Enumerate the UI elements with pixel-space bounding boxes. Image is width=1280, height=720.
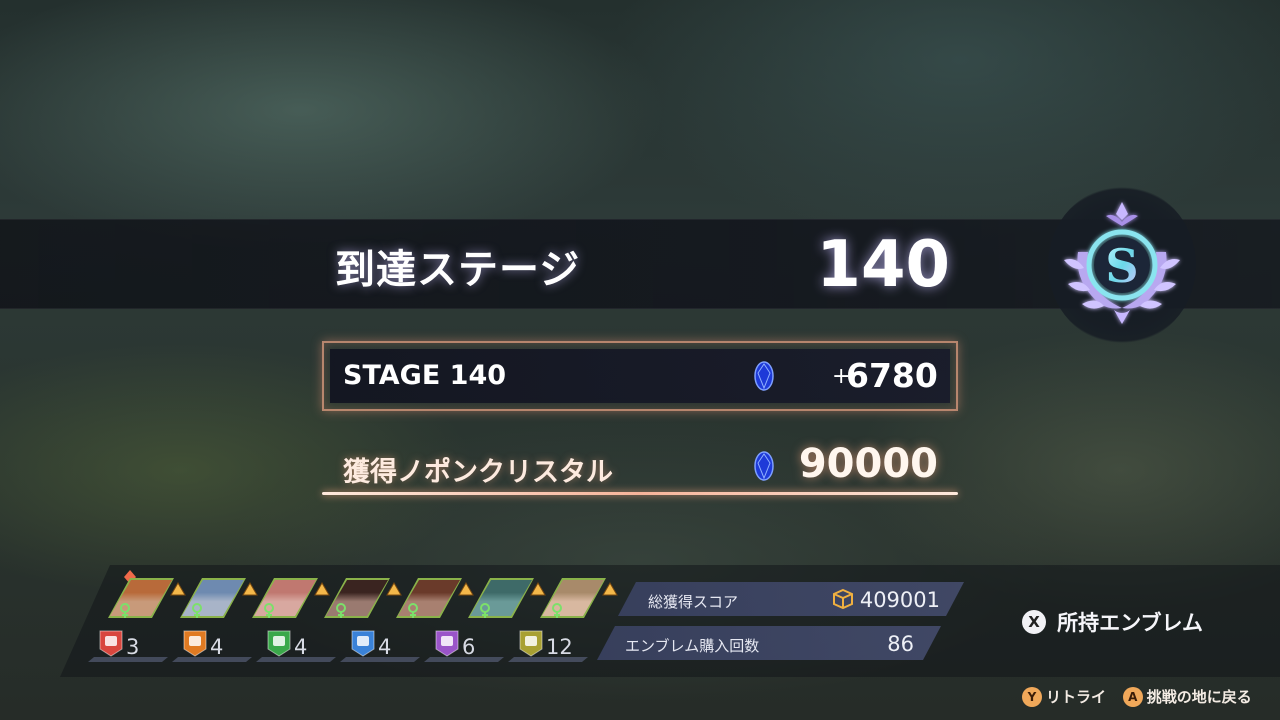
nopon-crystal-icon bbox=[754, 361, 774, 391]
nopon-crystal-icon bbox=[754, 451, 774, 481]
y-button-icon: Y bbox=[1022, 686, 1042, 707]
return-button[interactable]: A 挑戦の地に戻る bbox=[1122, 686, 1252, 707]
rank-emblem: S bbox=[1048, 186, 1196, 344]
emblem-count: 6 bbox=[462, 635, 476, 659]
female-symbol-icon bbox=[336, 603, 346, 618]
footer-button-hints: Y リトライ A 挑戦の地に戻る bbox=[1022, 686, 1252, 707]
class-role-icon bbox=[170, 582, 186, 596]
emblem-underline bbox=[256, 657, 336, 662]
class-role-icon bbox=[314, 582, 330, 596]
class-role-icon bbox=[458, 582, 474, 596]
triangle-icon bbox=[183, 630, 207, 657]
class-role-icon bbox=[386, 582, 402, 596]
owned-emblems-label: 所持エンブレム bbox=[1057, 611, 1204, 635]
emblem-count: 4 bbox=[294, 635, 308, 659]
emblem-underline bbox=[424, 657, 504, 662]
emblem-underline bbox=[88, 657, 168, 662]
female-symbol-icon bbox=[192, 603, 202, 618]
emblem-underline bbox=[508, 657, 588, 662]
emblem-purchase-label: エンブレム購入回数 bbox=[625, 637, 760, 655]
owned-emblems-button[interactable]: X 所持エンブレム bbox=[1022, 607, 1203, 637]
compass-icon bbox=[99, 630, 123, 657]
emblem-underline bbox=[340, 657, 420, 662]
class-role-icon bbox=[530, 582, 546, 596]
female-symbol-icon bbox=[552, 603, 562, 618]
laurel-crest-icon: S bbox=[1064, 202, 1180, 324]
female-symbol-icon bbox=[408, 603, 418, 618]
stage-bonus-label: STAGE 140 bbox=[343, 360, 507, 391]
retry-button[interactable]: Y リトライ bbox=[1022, 686, 1123, 707]
a-button-icon: A bbox=[1122, 686, 1143, 707]
total-score-value: 409001 bbox=[859, 588, 940, 612]
emblem-underline bbox=[172, 657, 252, 662]
return-label: 挑戦の地に戻る bbox=[1146, 688, 1252, 706]
total-crystal-value: 90000 bbox=[798, 441, 938, 487]
emblem-count: 4 bbox=[210, 635, 224, 659]
rank-letter: S bbox=[1105, 239, 1138, 293]
reached-stage-label: 到達ステージ bbox=[335, 247, 581, 293]
retry-label: リトライ bbox=[1046, 688, 1107, 706]
x-button-icon: X bbox=[1022, 610, 1046, 634]
stripes-icon bbox=[267, 630, 291, 657]
emblem-count: 4 bbox=[378, 635, 392, 659]
emblem-count: 3 bbox=[126, 635, 140, 659]
class-role-icon bbox=[602, 582, 618, 596]
female-symbol-icon bbox=[264, 603, 274, 618]
total-score-label: 総獲得スコア bbox=[648, 593, 739, 611]
total-crystal-label: 獲得ノポンクリスタル bbox=[343, 457, 613, 488]
female-symbol-icon bbox=[120, 603, 130, 618]
emblem-count: 12 bbox=[546, 635, 573, 659]
emblem-purchase-value: 86 bbox=[887, 632, 914, 656]
total-underline bbox=[322, 492, 958, 495]
star-icon bbox=[519, 630, 543, 657]
female-symbol-icon bbox=[480, 603, 490, 618]
reached-stage-value: 140 bbox=[816, 228, 950, 302]
score-box-icon bbox=[833, 588, 853, 610]
class-role-icon bbox=[242, 582, 258, 596]
home-icon bbox=[435, 630, 459, 657]
dots-icon bbox=[351, 630, 375, 657]
stage-bonus-value: 6780 bbox=[846, 356, 938, 395]
